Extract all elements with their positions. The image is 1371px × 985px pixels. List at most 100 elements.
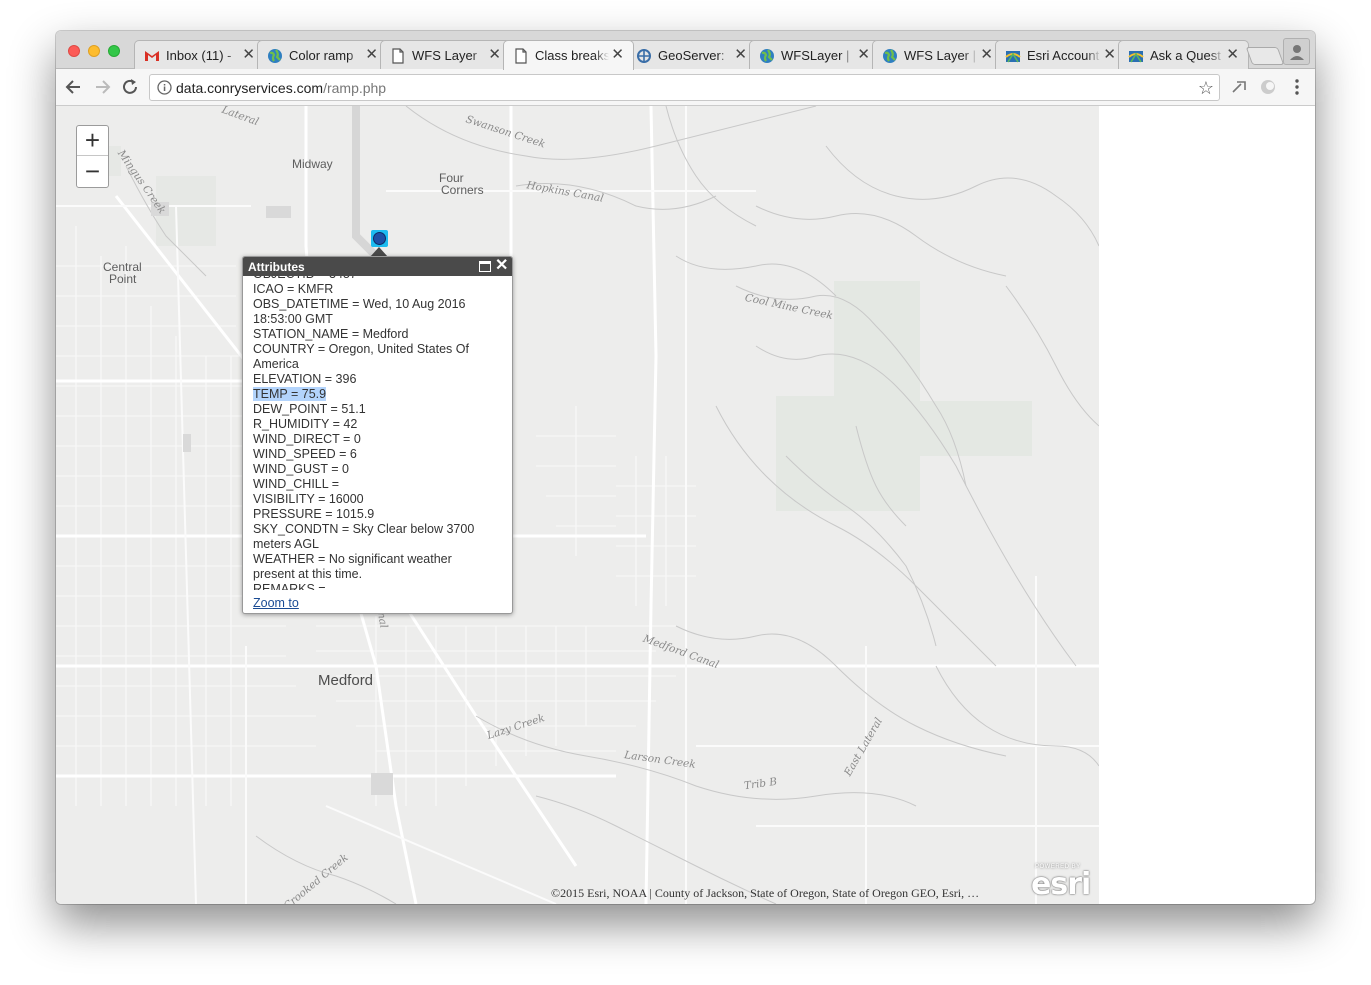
attribute-line: SKY_CONDTN = Sky Clear below 3700 bbox=[253, 522, 503, 537]
profile-button[interactable] bbox=[1283, 38, 1310, 65]
zoom-out-button[interactable]: − bbox=[77, 157, 108, 187]
tab-9[interactable]: Ask a Quest ✕ bbox=[1118, 40, 1249, 69]
tab-title: Class breaks bbox=[535, 48, 609, 63]
tab-8[interactable]: Esri Account ✕ bbox=[995, 40, 1126, 69]
esri-logo-brand: esri bbox=[1031, 867, 1091, 902]
attribute-text: WIND_SPEED = 6 bbox=[253, 447, 357, 461]
esri-globe-icon bbox=[1128, 48, 1144, 64]
attribute-line: STATION_NAME = Medford bbox=[253, 327, 503, 342]
tab-title: Ask a Quest bbox=[1150, 48, 1221, 63]
reload-button[interactable] bbox=[119, 76, 141, 98]
attribute-text: OBJECTID = 3457 bbox=[253, 276, 357, 281]
attribute-line: VISIBILITY = 16000 bbox=[253, 492, 503, 507]
maximize-window-button[interactable] bbox=[108, 45, 120, 57]
tab-title: WFS Layer | bbox=[904, 48, 977, 63]
tab-title: GeoServer: bbox=[658, 48, 725, 63]
attribute-line: OBS_DATETIME = Wed, 10 Aug 2016 bbox=[253, 297, 503, 312]
attribute-text: VISIBILITY = 16000 bbox=[253, 492, 364, 506]
menu-dots-icon[interactable] bbox=[1288, 78, 1306, 96]
forward-button[interactable] bbox=[91, 76, 113, 98]
attribute-text: ELEVATION = 396 bbox=[253, 372, 357, 386]
tab-6[interactable]: WFSLayer | ✕ bbox=[749, 40, 880, 69]
attribute-line: WEATHER = No significant weather bbox=[253, 552, 503, 567]
tab-title: WFSLayer | bbox=[781, 48, 850, 63]
attribute-line: WIND_SPEED = 6 bbox=[253, 447, 503, 462]
forward-arrow-icon bbox=[96, 80, 111, 94]
esri-logo[interactable]: POWERED BY esri bbox=[1031, 864, 1093, 902]
bookmark-star-icon[interactable]: ☆ bbox=[1198, 78, 1214, 98]
tab-4[interactable]: Class breaks ✕ bbox=[503, 40, 634, 70]
tab-5[interactable]: GeoServer: ✕ bbox=[626, 40, 757, 69]
attributes-popup: Attributes ✕ OBJECTID = 3457ICAO = KMFRO… bbox=[242, 256, 513, 614]
tab-7[interactable]: WFS Layer | ✕ bbox=[872, 40, 1003, 69]
attribute-text: REMARKS = bbox=[253, 582, 326, 590]
url-path: /ramp.php bbox=[323, 80, 387, 96]
attribute-line: ELEVATION = 396 bbox=[253, 372, 503, 387]
tab-title: Esri Account bbox=[1027, 48, 1100, 63]
back-arrow-icon bbox=[65, 80, 80, 94]
map-label-four-corners-line2: Corners bbox=[441, 183, 484, 197]
tab-title: Inbox (11) - bbox=[166, 48, 232, 63]
tab-close-icon[interactable]: ✕ bbox=[242, 47, 255, 63]
tab-3[interactable]: WFS Layer ✕ bbox=[380, 40, 511, 69]
gmail-icon bbox=[144, 48, 160, 64]
globe-icon bbox=[759, 48, 775, 64]
attribute-line: 18:53:00 GMT bbox=[253, 312, 503, 327]
basemap bbox=[56, 106, 1099, 904]
zoom-in-button[interactable]: + bbox=[77, 126, 108, 156]
attribute-line: present at this time. bbox=[253, 567, 503, 582]
extension-arrow-icon[interactable] bbox=[1231, 78, 1249, 96]
tab-close-icon[interactable]: ✕ bbox=[980, 47, 993, 63]
attribute-text: ICAO = KMFR bbox=[253, 282, 334, 296]
new-tab-button[interactable] bbox=[1245, 47, 1285, 65]
tab-close-icon[interactable]: ✕ bbox=[488, 47, 501, 63]
popup-content[interactable]: OBJECTID = 3457ICAO = KMFROBS_DATETIME =… bbox=[253, 276, 509, 590]
attribute-line: America bbox=[253, 357, 503, 372]
back-button[interactable] bbox=[63, 76, 85, 98]
minimize-window-button[interactable] bbox=[88, 45, 100, 57]
map-attribution: ©2015 Esri, NOAA | County of Jackson, St… bbox=[551, 886, 980, 900]
attribute-line: meters AGL bbox=[253, 537, 503, 552]
attribute-text: WIND_CHILL = bbox=[253, 477, 340, 491]
browser-toolbar: data.conryservices.com/ramp.php ☆ bbox=[56, 69, 1315, 106]
tab-2[interactable]: Color ramp ✕ bbox=[257, 40, 388, 69]
attribute-text: SKY_CONDTN = Sky Clear below 3700 bbox=[253, 522, 475, 536]
close-window-button[interactable] bbox=[68, 45, 80, 57]
tab-title: WFS Layer bbox=[412, 48, 478, 63]
popup-titlebar: Attributes ✕ bbox=[243, 257, 512, 276]
attribute-text: WEATHER = No significant weather bbox=[253, 552, 452, 566]
station-dot-icon bbox=[373, 232, 386, 245]
maximize-icon[interactable] bbox=[479, 261, 491, 272]
tab-strip: Inbox (11) - ✕ Color ramp ✕ WFS Layer ✕ Class … bbox=[56, 31, 1315, 70]
address-bar[interactable]: data.conryservices.com/ramp.php ☆ bbox=[149, 74, 1220, 101]
tab-close-icon[interactable]: ✕ bbox=[1226, 47, 1239, 63]
attribute-text: PRESSURE = 1015.9 bbox=[253, 507, 375, 521]
document-icon bbox=[513, 48, 529, 64]
tab-close-icon[interactable]: ✕ bbox=[611, 47, 624, 63]
popup-title: Attributes bbox=[248, 260, 305, 274]
attribute-line: DEW_POINT = 51.1 bbox=[253, 402, 503, 417]
station-marker[interactable] bbox=[371, 230, 388, 247]
extension-circle-icon[interactable] bbox=[1259, 78, 1277, 96]
attribute-line: ICAO = KMFR bbox=[253, 282, 503, 297]
attribute-text: OBS_DATETIME = Wed, 10 Aug 2016 bbox=[253, 297, 466, 311]
attribute-text: present at this time. bbox=[253, 567, 363, 581]
info-icon[interactable] bbox=[157, 80, 172, 95]
attribute-text: TEMP = 75.9 bbox=[253, 387, 327, 401]
geoserver-icon bbox=[636, 48, 652, 64]
map-view[interactable]: Midway Four Corners Central Point Medfor… bbox=[56, 106, 1099, 904]
tab-close-icon[interactable]: ✕ bbox=[734, 47, 747, 63]
attribute-text: America bbox=[253, 357, 299, 371]
attribute-line: R_HUMIDITY = 42 bbox=[253, 417, 503, 432]
zoom-to-link[interactable]: Zoom to bbox=[253, 596, 299, 610]
map-label-central-point-line2: Point bbox=[109, 272, 137, 286]
close-icon[interactable]: ✕ bbox=[495, 257, 508, 275]
attribute-line: WIND_CHILL = bbox=[253, 477, 503, 492]
attribute-line: WIND_GUST = 0 bbox=[253, 462, 503, 477]
globe-icon bbox=[267, 48, 283, 64]
tab-close-icon[interactable]: ✕ bbox=[857, 47, 870, 63]
tab-close-icon[interactable]: ✕ bbox=[1103, 47, 1116, 63]
tab-close-icon[interactable]: ✕ bbox=[365, 47, 378, 63]
person-icon bbox=[1290, 45, 1304, 60]
tab-1[interactable]: Inbox (11) - ✕ bbox=[134, 40, 265, 69]
